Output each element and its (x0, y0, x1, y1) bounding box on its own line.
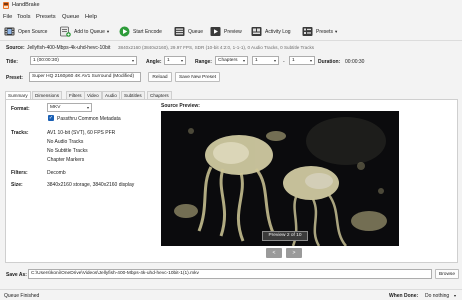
range-end-select[interactable]: 1 ▾ (289, 56, 315, 65)
status-bar: Queue Finished When Done: Do nothing ▾ (0, 289, 462, 300)
activity-log-label: Activity Log (265, 28, 291, 35)
tab-filters[interactable]: Filters (66, 91, 85, 99)
window-title: HandBrake (12, 2, 40, 8)
title-bar: HandBrake (0, 0, 462, 11)
source-preview-label: Source Preview: (161, 103, 200, 109)
format-label: Format: (11, 106, 30, 112)
filters-label: Filters: (11, 170, 28, 176)
preview-caption: Preview 2 of 10 (262, 231, 308, 241)
range-label: Range: (195, 59, 212, 65)
jellyfish-image (161, 111, 399, 246)
reload-button[interactable]: Reload (148, 72, 172, 82)
size-label: Size: (11, 182, 23, 188)
toolbar: Open Source Add to Queue ▾ Start Encode … (0, 22, 462, 41)
status-text: Queue Finished (4, 293, 40, 299)
queue-icon (174, 27, 185, 36)
chevron-down-icon: ▾ (131, 58, 134, 63)
tab-dimensions[interactable]: Dimensions (32, 91, 62, 99)
queue-button[interactable]: Queue (174, 25, 203, 38)
play-icon (119, 26, 130, 37)
chevron-down-icon: ▾ (273, 58, 276, 63)
track-chapters: Chapter Markers (47, 157, 85, 163)
angle-label: Angle: (146, 59, 162, 65)
track-video: AV1 10-bit (SVT), 60 FPS PFR (47, 130, 116, 136)
title-value: 1 (00:00:30) (33, 58, 59, 63)
chevron-down-icon: ▾ (86, 105, 89, 110)
tab-chapters[interactable]: Chapters (147, 91, 172, 99)
start-encode-button[interactable]: Start Encode (119, 25, 162, 38)
title-label: Title: (6, 59, 18, 65)
duration-label: Duration: (318, 59, 341, 65)
source-label: Source: (6, 45, 25, 51)
save-new-preset-button[interactable]: Save New Preset (175, 72, 220, 82)
menu-help[interactable]: Help (85, 14, 97, 20)
browse-button[interactable]: Browse (435, 269, 459, 279)
format-value: MKV (50, 105, 61, 110)
track-subtitles: No Subtitle Tracks (47, 148, 88, 154)
save-as-path-value: C:\Users\koni\OneDrive\Videos\Jellyfish-… (31, 271, 199, 276)
chevron-down-icon: ▾ (309, 58, 312, 63)
range-start-select[interactable]: 1 ▾ (252, 56, 279, 65)
passthru-metadata-label: Passthru Common Metadata (57, 116, 121, 122)
presets-icon (302, 27, 313, 36)
next-preview-button[interactable]: > (286, 248, 302, 258)
menu-file[interactable]: File (3, 14, 12, 20)
preview-icon (210, 27, 221, 36)
menu-queue[interactable]: Queue (62, 14, 79, 20)
add-to-queue-label: Add to Queue (74, 28, 105, 35)
chevron-down-icon: ▾ (242, 58, 245, 63)
preset-select[interactable]: Super HQ 2160p60 4K AV1 Surround (Modifi… (29, 72, 141, 82)
tab-subtitles[interactable]: Subtitles (121, 91, 145, 99)
format-select[interactable]: MKV ▾ (47, 103, 92, 112)
queue-label: Queue (188, 28, 204, 35)
duration-value: 00:00:30 (345, 59, 365, 65)
start-encode-label: Start Encode (133, 28, 162, 35)
track-audio: No Audio Tracks (47, 139, 84, 145)
chevron-down-icon[interactable]: ▾ (107, 29, 109, 35)
chevron-down-icon[interactable]: ▾ (335, 29, 337, 35)
save-as-path-input[interactable]: C:\Users\koni\OneDrive\Videos\Jellyfish-… (28, 269, 432, 279)
range-start-value: 1 (255, 58, 258, 63)
menu-presets[interactable]: Presets (36, 14, 56, 20)
open-source-button[interactable]: Open Source (4, 25, 47, 38)
angle-select[interactable]: 1 ▾ (164, 56, 186, 65)
tracks-label: Tracks: (11, 130, 29, 136)
tab-video[interactable]: Video (84, 91, 102, 99)
preview-image (161, 111, 399, 246)
preset-value: Super HQ 2160p60 4K AV1 Surround (Modifi… (32, 74, 135, 79)
presets-button[interactable]: Presets ▾ (302, 25, 337, 38)
source-filename: Jellyfish-400-Mbps-4k-uhd-hevc-10bit (27, 45, 111, 51)
open-source-label: Open Source (18, 28, 48, 35)
range-separator: - (283, 59, 285, 65)
chevron-down-icon: ▾ (180, 58, 183, 63)
range-end-value: 1 (292, 58, 295, 63)
angle-value: 1 (167, 58, 170, 63)
when-done-select[interactable]: Do nothing (425, 293, 449, 299)
preview-label: Preview (224, 28, 242, 35)
film-icon (4, 27, 15, 36)
tab-audio[interactable]: Audio (102, 91, 120, 99)
add-to-queue-button[interactable]: Add to Queue ▾ (60, 25, 109, 38)
range-type-select[interactable]: Chapters ▾ (215, 56, 248, 65)
add-queue-icon (60, 26, 71, 37)
title-select[interactable]: 1 (00:00:30) ▾ (30, 56, 137, 65)
menu-bar: File Tools Presets Queue Help (0, 11, 462, 22)
range-type-value: Chapters (218, 58, 238, 63)
chevron-down-icon[interactable]: ▾ (454, 293, 456, 298)
menu-tools[interactable]: Tools (17, 14, 31, 20)
filters-value: Decomb (47, 170, 66, 176)
save-as-label: Save As: (6, 272, 27, 278)
size-value: 3840x2160 storage, 3840x2160 display (47, 182, 135, 188)
previous-preview-button[interactable]: < (266, 248, 282, 258)
activity-log-icon (251, 27, 262, 36)
presets-label: Presets (316, 28, 333, 35)
activity-log-button[interactable]: Activity Log (251, 25, 291, 38)
source-details: 3840x2160 (3840x2160), 29.97 FPS, SDR (1… (118, 45, 315, 50)
passthru-metadata-checkbox[interactable]: ✓ (48, 115, 54, 121)
handbrake-logo-icon (3, 2, 9, 9)
when-done-label: When Done: (389, 293, 419, 299)
preset-label: Preset: (6, 75, 23, 81)
preview-button[interactable]: Preview (210, 25, 242, 38)
